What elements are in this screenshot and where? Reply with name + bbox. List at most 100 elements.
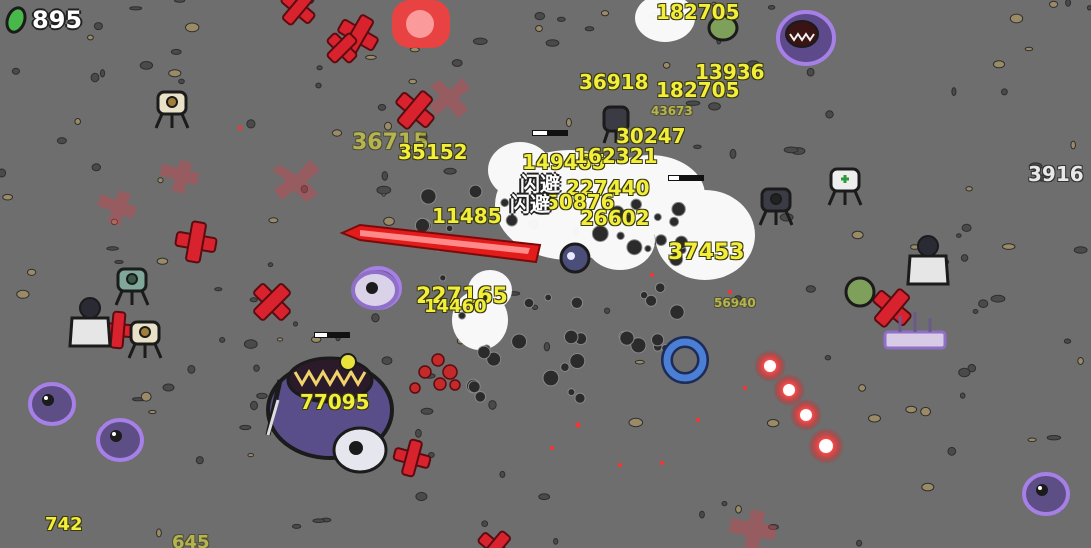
pebble	[249, 297, 259, 303]
pebble	[851, 230, 864, 240]
pebble	[331, 129, 343, 137]
damage-number: 77095	[300, 390, 370, 414]
purple-slug-enemy	[28, 382, 76, 426]
damage-number: 35152	[398, 140, 468, 164]
pebble	[958, 367, 971, 378]
pebble	[156, 257, 169, 265]
pebble	[148, 409, 157, 415]
pebble	[972, 309, 979, 314]
pebble	[584, 26, 595, 32]
damage-number: 162321	[574, 144, 658, 168]
fire-effect	[392, 0, 450, 48]
pebble	[239, 424, 252, 431]
pebble	[383, 216, 395, 226]
pebble	[174, 0, 186, 3]
debris-particle	[574, 392, 586, 404]
debris-particle	[477, 345, 491, 360]
pebble	[381, 356, 393, 366]
debris-particle	[439, 274, 447, 282]
pebble	[381, 171, 389, 181]
pebble	[377, 103, 387, 111]
damage-number: 14460	[424, 296, 487, 317]
pebble	[1027, 437, 1037, 443]
green-critter	[844, 276, 876, 308]
pebble	[905, 405, 918, 414]
pebble	[268, 217, 279, 224]
pebble	[961, 223, 972, 232]
pebble	[545, 39, 560, 47]
pebble	[920, 406, 931, 417]
pebble	[371, 313, 380, 323]
purple-mouth-monster	[776, 10, 836, 66]
pebble	[965, 186, 973, 192]
damage-number: 13936	[695, 60, 765, 84]
debris-particle	[644, 245, 652, 253]
debris-particle	[467, 380, 481, 394]
debris-particle	[671, 201, 686, 217]
pebble	[157, 177, 164, 184]
pebble	[534, 12, 546, 21]
pebble	[376, 185, 392, 195]
pebble	[247, 453, 254, 458]
purple-slug-enemy	[1022, 472, 1070, 516]
battlefield	[0, 0, 1091, 548]
pebble	[604, 307, 611, 314]
pebble	[256, 392, 268, 400]
debris-particle	[619, 330, 635, 346]
pebble	[187, 365, 196, 374]
pebble	[87, 34, 94, 41]
damage-number: 182705	[656, 0, 740, 24]
white-eye-creature	[332, 426, 388, 474]
debris-particle	[653, 213, 662, 222]
pebble	[409, 46, 420, 53]
pebble	[856, 539, 863, 547]
pebble	[824, 355, 832, 361]
pebble	[291, 523, 302, 529]
damage-number: 36918	[579, 70, 649, 94]
pebble	[0, 168, 7, 178]
pebble	[1063, 338, 1072, 344]
pebble	[250, 400, 258, 411]
pebble	[178, 78, 185, 85]
pebble	[219, 337, 226, 343]
pebble	[74, 118, 81, 125]
damage-number: 56940	[714, 296, 756, 310]
pebble	[693, 144, 702, 150]
pebble	[556, 16, 566, 22]
pebble	[1046, 435, 1062, 441]
pebble	[243, 339, 258, 349]
damage-number: 43673	[651, 104, 693, 118]
pebble	[992, 60, 1006, 69]
pebble	[293, 321, 298, 327]
game-arena[interactable]: 895 182705 36918 182705 13936 43673 3024…	[0, 0, 1091, 548]
pebble	[766, 419, 780, 428]
pebble	[408, 78, 418, 85]
coin-counter: 895	[1, 3, 82, 37]
debris-particle	[523, 297, 535, 309]
pebble	[959, 392, 966, 399]
pebble	[1024, 46, 1034, 52]
pebble	[481, 520, 489, 528]
pebble	[535, 25, 543, 32]
pebble	[139, 61, 154, 70]
pebble	[2, 193, 13, 201]
pebble	[978, 299, 989, 309]
pebble	[11, 67, 20, 75]
pebble	[214, 287, 223, 292]
damage-number: 645	[172, 532, 210, 548]
pebble	[553, 538, 559, 545]
pebble	[783, 146, 799, 154]
debris-particle	[511, 333, 528, 350]
pebble	[91, 163, 102, 172]
pebble	[634, 359, 645, 365]
pebble	[1009, 13, 1024, 24]
pebble	[858, 384, 866, 392]
pebble	[16, 289, 30, 299]
debris-particle	[474, 391, 487, 403]
pebble	[956, 233, 962, 238]
damage-number: 3916	[1028, 162, 1084, 186]
pebble	[162, 383, 175, 392]
debris-particle	[669, 304, 685, 320]
pebble	[1065, 0, 1072, 7]
pebble	[365, 54, 377, 60]
